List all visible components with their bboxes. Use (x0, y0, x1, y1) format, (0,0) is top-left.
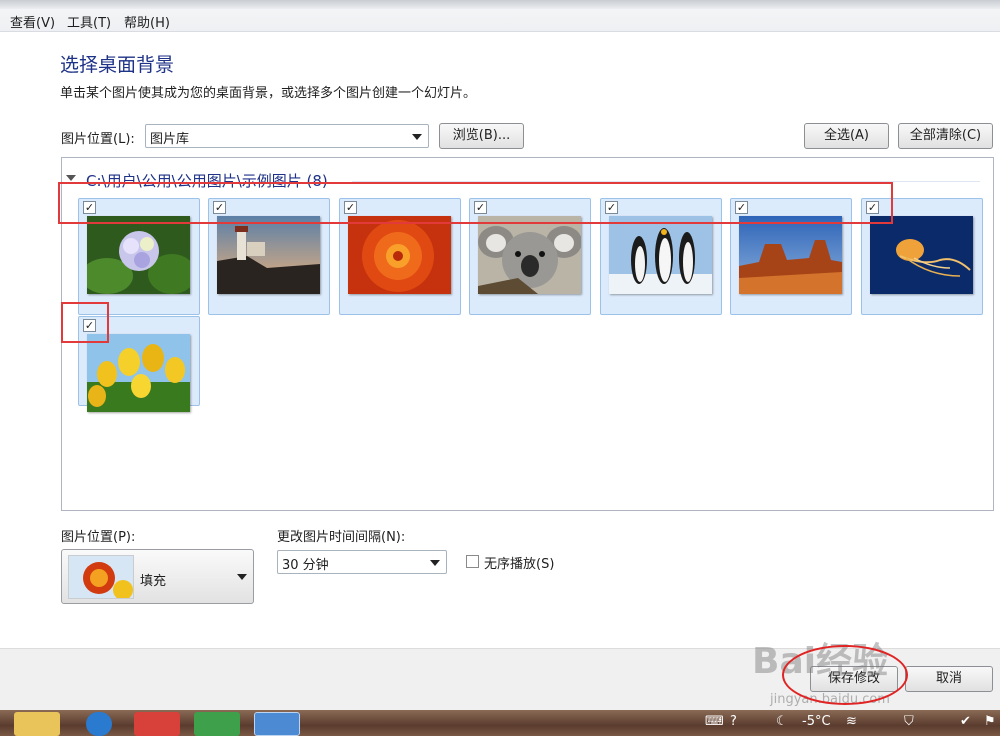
picture-position-value: 填充 (140, 574, 167, 589)
interval-label: 更改图片时间间隔(N): (277, 530, 406, 545)
chevron-down-icon (430, 560, 440, 566)
window-top-edge (0, 0, 1000, 9)
picture-position-select[interactable]: 填充 (61, 549, 254, 604)
highlight-oval-save (782, 645, 908, 705)
page-title: 选择桌面背景 (60, 54, 175, 76)
chrysanthemum-thumbnail (348, 216, 451, 294)
collapse-triangle-icon[interactable] (66, 175, 76, 181)
folder-icon[interactable] (14, 712, 60, 736)
menu-help[interactable]: 帮助(H) (124, 12, 170, 31)
chevron-down-icon (412, 134, 422, 140)
game-icon[interactable] (134, 712, 180, 736)
menu-tools[interactable]: 工具(T) (67, 12, 111, 31)
highlight-box-tulips-checkbox (61, 302, 109, 343)
picture-location-value: 图片库 (150, 132, 190, 147)
lighthouse-thumbnail (217, 216, 320, 294)
desert-thumbnail (739, 216, 842, 294)
shuffle-checkbox[interactable] (466, 555, 479, 568)
penguins-thumbnail (609, 216, 712, 294)
tulips-thumbnail (87, 334, 190, 412)
picture-location-select[interactable]: 图片库 (145, 124, 429, 148)
select-all-button[interactable]: 全选(A) (804, 123, 889, 149)
moon-icon: ☾ (776, 714, 788, 729)
hydrangeas-thumbnail (87, 216, 190, 294)
browser-icon[interactable] (86, 712, 112, 736)
menu-view[interactable]: 查看(V) (10, 12, 55, 31)
wifi-icon[interactable]: ≋ (846, 714, 857, 729)
browse-button[interactable]: 浏览(B)... (439, 123, 524, 149)
help-icon[interactable]: ? (730, 714, 737, 729)
update-icon[interactable]: ✔ (960, 714, 971, 729)
taskbar: ⌨ ? ☾ -5°C ≋ ⛉ ✔ ⚑ (0, 710, 1000, 736)
clear-all-button[interactable]: 全部清除(C) (898, 123, 993, 149)
temperature-text: -5°C (802, 714, 831, 729)
page-subtitle: 单击某个图片使其成为您的桌面背景，或选择多个图片创建一个幻灯片。 (60, 86, 477, 101)
fill-preview-icon (68, 555, 134, 600)
control-panel-icon[interactable] (254, 712, 300, 736)
jellyfish-thumbnail (870, 216, 973, 294)
network-app-icon[interactable] (194, 712, 240, 736)
interval-select[interactable]: 30 分钟 (277, 550, 447, 574)
flag-icon[interactable]: ⚑ (984, 714, 996, 729)
koala-thumbnail (478, 216, 581, 294)
shuffle-label[interactable]: 无序播放(S) (484, 553, 554, 572)
chevron-down-icon (237, 574, 247, 580)
interval-value: 30 分钟 (282, 558, 329, 573)
keyboard-icon[interactable]: ⌨ (705, 714, 724, 729)
highlight-box-checkbox-row (58, 182, 893, 224)
picture-location-label: 图片位置(L): (61, 132, 135, 147)
menu-bar: 查看(V) 工具(T) 帮助(H) (0, 0, 1000, 32)
cancel-button[interactable]: 取消 (905, 666, 993, 692)
shield-icon[interactable]: ⛉ (904, 714, 914, 729)
picture-position-label: 图片位置(P): (61, 530, 136, 545)
